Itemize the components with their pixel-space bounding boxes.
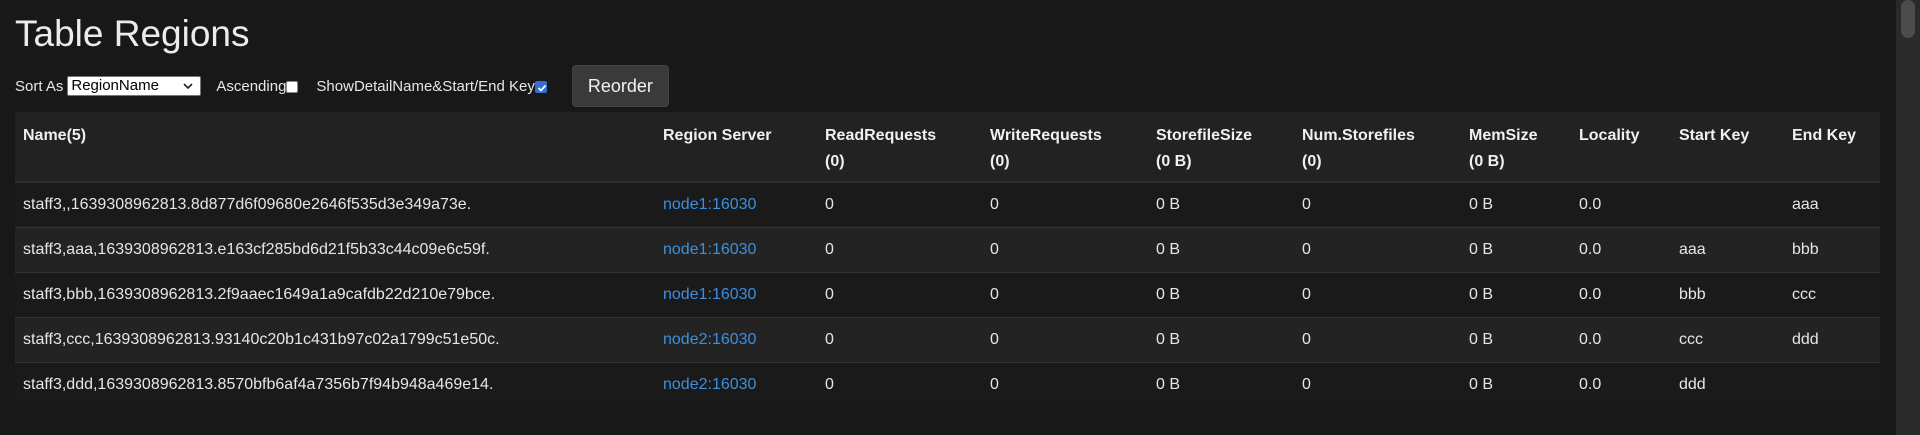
- cell-locality: 0.0: [1571, 227, 1671, 273]
- show-detail-label: ShowDetailName&Start/End Key: [316, 77, 535, 95]
- cell-storefile-size: 0 B: [1148, 317, 1294, 363]
- cell-name: staff3,aaa,1639308962813.e163cf285bd6d21…: [15, 227, 655, 273]
- cell-read-requests: 0: [817, 227, 982, 273]
- cell-write-requests: 0: [982, 272, 1148, 318]
- page: Table Regions Sort As RegionName Ascendi…: [0, 0, 1920, 435]
- header-write-requests[interactable]: WriteRequests (0): [982, 112, 1148, 183]
- cell-num-storefiles: 0: [1294, 272, 1461, 318]
- cell-region-server: node1:16030: [655, 227, 817, 273]
- cell-end-key: aaa: [1784, 181, 1880, 228]
- cell-name: staff3,ddd,1639308962813.8570bfb6af4a735…: [15, 362, 655, 407]
- cell-name: staff3,bbb,1639308962813.2f9aaec1649a1a9…: [15, 272, 655, 318]
- cell-locality: 0.0: [1571, 272, 1671, 318]
- cell-write-requests: 0: [982, 181, 1148, 228]
- cell-read-requests: 0: [817, 362, 982, 407]
- cell-start-key: bbb: [1671, 272, 1784, 318]
- table-row: staff3,ddd,1639308962813.8570bfb6af4a735…: [15, 362, 1880, 407]
- cell-read-requests: 0: [817, 317, 982, 363]
- cell-region-server: node1:16030: [655, 272, 817, 318]
- header-name[interactable]: Name(5): [15, 112, 655, 183]
- header-locality[interactable]: Locality: [1571, 112, 1671, 183]
- table-row: staff3,bbb,1639308962813.2f9aaec1649a1a9…: [15, 272, 1880, 318]
- checkmark-icon: [537, 84, 547, 92]
- cell-name: staff3,ccc,1639308962813.93140c20b1c431b…: [15, 317, 655, 363]
- cell-region-server: node1:16030: [655, 181, 817, 228]
- header-mem-size[interactable]: MemSize (0 B): [1461, 112, 1571, 183]
- region-server-link[interactable]: node1:16030: [663, 286, 756, 303]
- cell-storefile-size: 0 B: [1148, 272, 1294, 318]
- cell-write-requests: 0: [982, 227, 1148, 273]
- cell-end-key: [1784, 362, 1880, 407]
- cell-read-requests: 0: [817, 272, 982, 318]
- cell-write-requests: 0: [982, 362, 1148, 407]
- cell-read-requests: 0: [817, 181, 982, 228]
- header-end-key[interactable]: End Key: [1784, 112, 1880, 183]
- ascending-label: Ascending: [216, 77, 287, 95]
- scrollbar-thumb[interactable]: [1901, 0, 1915, 38]
- regions-table: Name(5) Region Server ReadRequests (0) Wr…: [15, 112, 1880, 407]
- header-num-storefiles[interactable]: Num.Storefiles (0): [1294, 112, 1461, 183]
- cell-mem-size: 0 B: [1461, 272, 1571, 318]
- show-detail-checkbox[interactable]: [534, 81, 547, 93]
- cell-locality: 0.0: [1571, 317, 1671, 363]
- region-server-link[interactable]: node1:16030: [663, 196, 756, 213]
- header-storefile-size[interactable]: StorefileSize (0 B): [1148, 112, 1294, 183]
- cell-write-requests: 0: [982, 317, 1148, 363]
- vertical-scrollbar[interactable]: [1896, 0, 1920, 435]
- cell-name: staff3,,1639308962813.8d877d6f09680e2646…: [15, 181, 655, 228]
- table-row: staff3,ccc,1639308962813.93140c20b1c431b…: [15, 317, 1880, 363]
- sort-label: Sort As: [15, 77, 64, 95]
- cell-region-server: node2:16030: [655, 362, 817, 407]
- sort-select-value: RegionName: [71, 77, 159, 94]
- table-row: staff3,,1639308962813.8d877d6f09680e2646…: [15, 181, 1880, 228]
- cell-mem-size: 0 B: [1461, 317, 1571, 363]
- region-server-link[interactable]: node2:16030: [663, 331, 756, 348]
- ascending-checkbox[interactable]: [286, 81, 299, 93]
- cell-locality: 0.0: [1571, 362, 1671, 407]
- region-server-link[interactable]: node2:16030: [663, 376, 756, 393]
- cell-num-storefiles: 0: [1294, 362, 1461, 407]
- cell-end-key: bbb: [1784, 227, 1880, 273]
- cell-start-key: ccc: [1671, 317, 1784, 363]
- header-start-key[interactable]: Start Key: [1671, 112, 1784, 183]
- cell-end-key: ccc: [1784, 272, 1880, 318]
- cell-storefile-size: 0 B: [1148, 227, 1294, 273]
- chevron-down-icon: [183, 83, 193, 90]
- table-row: staff3,aaa,1639308962813.e163cf285bd6d21…: [15, 227, 1880, 273]
- header-region-server[interactable]: Region Server: [655, 112, 817, 183]
- cell-mem-size: 0 B: [1461, 362, 1571, 407]
- cell-storefile-size: 0 B: [1148, 362, 1294, 407]
- cell-end-key: ddd: [1784, 317, 1880, 363]
- cell-locality: 0.0: [1571, 181, 1671, 228]
- cell-start-key: aaa: [1671, 227, 1784, 273]
- cell-mem-size: 0 B: [1461, 227, 1571, 273]
- header-read-requests[interactable]: ReadRequests (0): [817, 112, 982, 183]
- cell-start-key: ddd: [1671, 362, 1784, 407]
- cell-storefile-size: 0 B: [1148, 181, 1294, 228]
- region-server-link[interactable]: node1:16030: [663, 241, 756, 258]
- sort-select[interactable]: RegionName: [67, 76, 202, 96]
- cell-mem-size: 0 B: [1461, 181, 1571, 228]
- cell-num-storefiles: 0: [1294, 317, 1461, 363]
- reorder-button[interactable]: Reorder: [571, 65, 669, 107]
- cell-region-server: node2:16030: [655, 317, 817, 363]
- table-header-row: Name(5) Region Server ReadRequests (0) Wr…: [15, 112, 1880, 183]
- sort-controls: Sort As RegionName Ascending ShowDetailN…: [15, 64, 669, 108]
- cell-start-key: [1671, 181, 1784, 228]
- cell-num-storefiles: 0: [1294, 227, 1461, 273]
- page-title: Table Regions: [15, 13, 250, 54]
- cell-num-storefiles: 0: [1294, 181, 1461, 228]
